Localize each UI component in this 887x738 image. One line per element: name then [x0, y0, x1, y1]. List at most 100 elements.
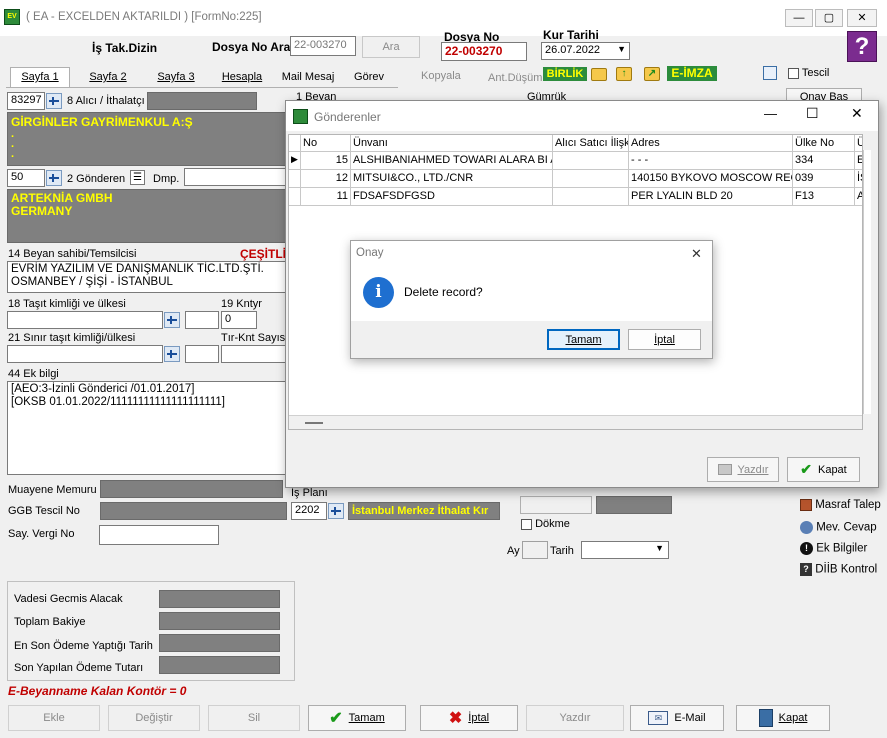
dialog-close-button[interactable]: ✕ [851, 105, 863, 122]
dosya-no-field[interactable]: 22-003270 [441, 42, 527, 61]
tescil-checkbox-wrap[interactable]: Tescil [788, 67, 829, 79]
dokme-checkbox-wrap[interactable]: Dökme [521, 518, 570, 530]
kopyala-button[interactable]: Kopyala [421, 70, 461, 82]
confirm-cancel-label: İptal [654, 333, 675, 346]
folder-export-icon[interactable]: ↗ [644, 67, 660, 81]
alici-code-input[interactable]: 83297 [7, 92, 45, 110]
cell-iliski[interactable] [553, 170, 629, 188]
alici-name: GİRGİNLER GAYRİMENKUL A:Ş [11, 115, 193, 129]
minimize-button[interactable]: — [785, 9, 813, 27]
splitter-handle[interactable] [305, 422, 323, 424]
dialog-minimize-button[interactable]: — [764, 106, 777, 121]
vertical-scrollbar[interactable] [863, 150, 871, 414]
list-icon[interactable]: ☰ [130, 170, 145, 185]
ek-bilgiler-button[interactable]: ! Ek Bilgiler [800, 542, 867, 555]
cell-adres[interactable]: - - - [629, 152, 793, 170]
tab-gorev[interactable]: Görev [344, 68, 394, 88]
dmp-input[interactable] [184, 168, 287, 186]
dialog-maximize-button[interactable]: ☐ [806, 105, 819, 122]
cell-no[interactable]: 11 [301, 188, 351, 206]
cell-adres[interactable]: PER LYALIN BLD 20 [629, 188, 793, 206]
tarih-select[interactable]: ▼ [581, 541, 669, 559]
cell-ulke[interactable]: F13 [793, 188, 855, 206]
kapat-button[interactable]: Kapat [736, 705, 830, 731]
col-iliski[interactable]: Alıcı Satıcı İlişkisi [553, 135, 629, 152]
kntyr-label: 19 Kntyr [221, 298, 262, 310]
cell-adres[interactable]: 140150 BYKOVO MOSCOW REG [629, 170, 793, 188]
ggb-lookup-button[interactable] [328, 503, 344, 519]
cell-u[interactable]: İS [855, 170, 862, 188]
ara-button[interactable]: Ara [362, 36, 420, 58]
alici-address: . . . [11, 128, 15, 160]
tasit-country-input[interactable] [185, 311, 219, 329]
cell-no[interactable]: 15 [301, 152, 351, 170]
cell-no[interactable]: 12 [301, 170, 351, 188]
tasit-lookup-button[interactable] [164, 312, 180, 328]
confirm-close-button[interactable]: ✕ [691, 246, 702, 262]
masraf-talep-button[interactable]: Masraf Talep [800, 499, 881, 511]
sil-button[interactable]: Sil [208, 705, 300, 731]
cell-ulke[interactable]: 039 [793, 170, 855, 188]
diib-kontrol-button[interactable]: ? DİİB Kontrol [800, 563, 877, 576]
dialog-yazdir-button[interactable]: Yazdır [707, 457, 779, 482]
say-vergi-input[interactable] [99, 525, 219, 545]
col-u[interactable]: Ü [855, 135, 862, 152]
x-icon: ✖ [448, 710, 463, 727]
cell-iliski[interactable] [553, 152, 629, 170]
kntyr-input[interactable]: 0 [221, 311, 257, 329]
ay-field[interactable] [522, 541, 548, 559]
cell-iliski[interactable] [553, 188, 629, 206]
dmp-label: Dmp. [153, 173, 180, 185]
close-button[interactable]: ✕ [847, 9, 877, 27]
ek-bilgi-textarea[interactable]: [AEO:3-İzinli Gönderici /01.01.2017] [OK… [7, 381, 287, 475]
cell-u[interactable]: E [855, 152, 862, 170]
help-icon[interactable]: ? [847, 31, 877, 62]
ant-dusum-button[interactable]: Ant.Düşüm [488, 72, 542, 84]
preview-icon[interactable] [763, 66, 777, 80]
eimza-badge[interactable]: E-İMZA [667, 66, 717, 81]
confirm-cancel-button[interactable]: İptal [628, 329, 701, 350]
mev-cevap-button[interactable]: Mev. Cevap [800, 521, 877, 534]
tescil-checkbox[interactable] [788, 67, 799, 79]
maximize-button[interactable]: ▢ [815, 9, 843, 27]
tab-sayfa-2[interactable]: Sayfa 2 [78, 68, 138, 88]
degistir-button[interactable]: Değiştir [108, 705, 200, 731]
col-no[interactable]: No [301, 135, 351, 152]
col-adres[interactable]: Adres [629, 135, 793, 152]
yazdir-button[interactable]: Yazdır [526, 705, 624, 731]
sinir-lookup-button[interactable] [164, 346, 180, 362]
dialog-kapat-button[interactable]: ✔ Kapat [787, 457, 860, 482]
cell-ulke[interactable]: 334 [793, 152, 855, 170]
sinir-country-input[interactable] [185, 345, 219, 363]
tab-hesapla[interactable]: Hesapla [214, 68, 270, 88]
cell-unvan[interactable]: MITSUI&CO., LTD./CNR [351, 170, 553, 188]
tamam-button[interactable]: ✔ Tamam [308, 705, 406, 731]
kur-tarihi-select[interactable]: 26.07.2022 ▼ [541, 42, 630, 60]
folder-up-icon[interactable]: ↑ [616, 67, 632, 81]
confirm-ok-button[interactable]: Tamam [547, 329, 620, 350]
folder-open-icon[interactable] [591, 68, 607, 81]
birlik-badge[interactable]: BİRLİK [543, 67, 587, 81]
dokme-checkbox[interactable] [521, 518, 532, 530]
tir-label: Tır-Knt Sayısı [221, 332, 289, 344]
tab-sayfa-3[interactable]: Sayfa 3 [146, 68, 206, 88]
sinir-input[interactable] [7, 345, 163, 363]
ggb-code-input[interactable]: 2202 [291, 502, 327, 520]
cell-unvan[interactable]: ALSHIBANIAHMED TOWARI ALARA BI A [351, 152, 553, 170]
col-unvan[interactable]: Ünvanı [351, 135, 553, 152]
dosya-no-ara-input[interactable]: 22-003270 [290, 36, 356, 56]
cell-u[interactable]: A [855, 188, 862, 206]
ekle-button[interactable]: Ekle [8, 705, 100, 731]
alici-lookup-button[interactable] [46, 93, 62, 109]
tab-mail-mesaj[interactable]: Mail Mesaj [278, 68, 338, 88]
tasit-input[interactable] [7, 311, 163, 329]
gonderen-code-input[interactable]: 50 [7, 169, 45, 187]
cell-unvan[interactable]: FDSAFSDFGSD [351, 188, 553, 206]
col-ulke-no[interactable]: Ülke No [793, 135, 855, 152]
tab-sayfa-1[interactable]: Sayfa 1 [10, 67, 70, 87]
gonderen-lookup-button[interactable] [46, 170, 62, 186]
iptal-button[interactable]: ✖ İptal [420, 705, 518, 731]
tir-input[interactable] [221, 345, 287, 363]
email-button[interactable]: ✉ E-Mail [630, 705, 724, 731]
beyan-sahibi-field[interactable]: EVRİM YAZILIM VE DANIŞMANLIK TİC.LTD.ŞTİ… [7, 261, 287, 293]
